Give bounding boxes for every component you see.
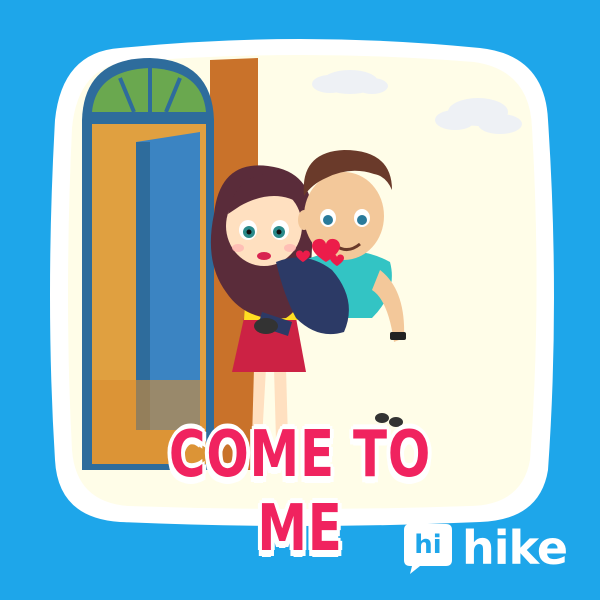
- logo-badge-text: hi: [414, 530, 442, 560]
- chat-bubble-icon: hi: [402, 522, 454, 574]
- logo-wordmark: hike: [462, 521, 568, 575]
- hike-logo: hi hike: [402, 518, 568, 578]
